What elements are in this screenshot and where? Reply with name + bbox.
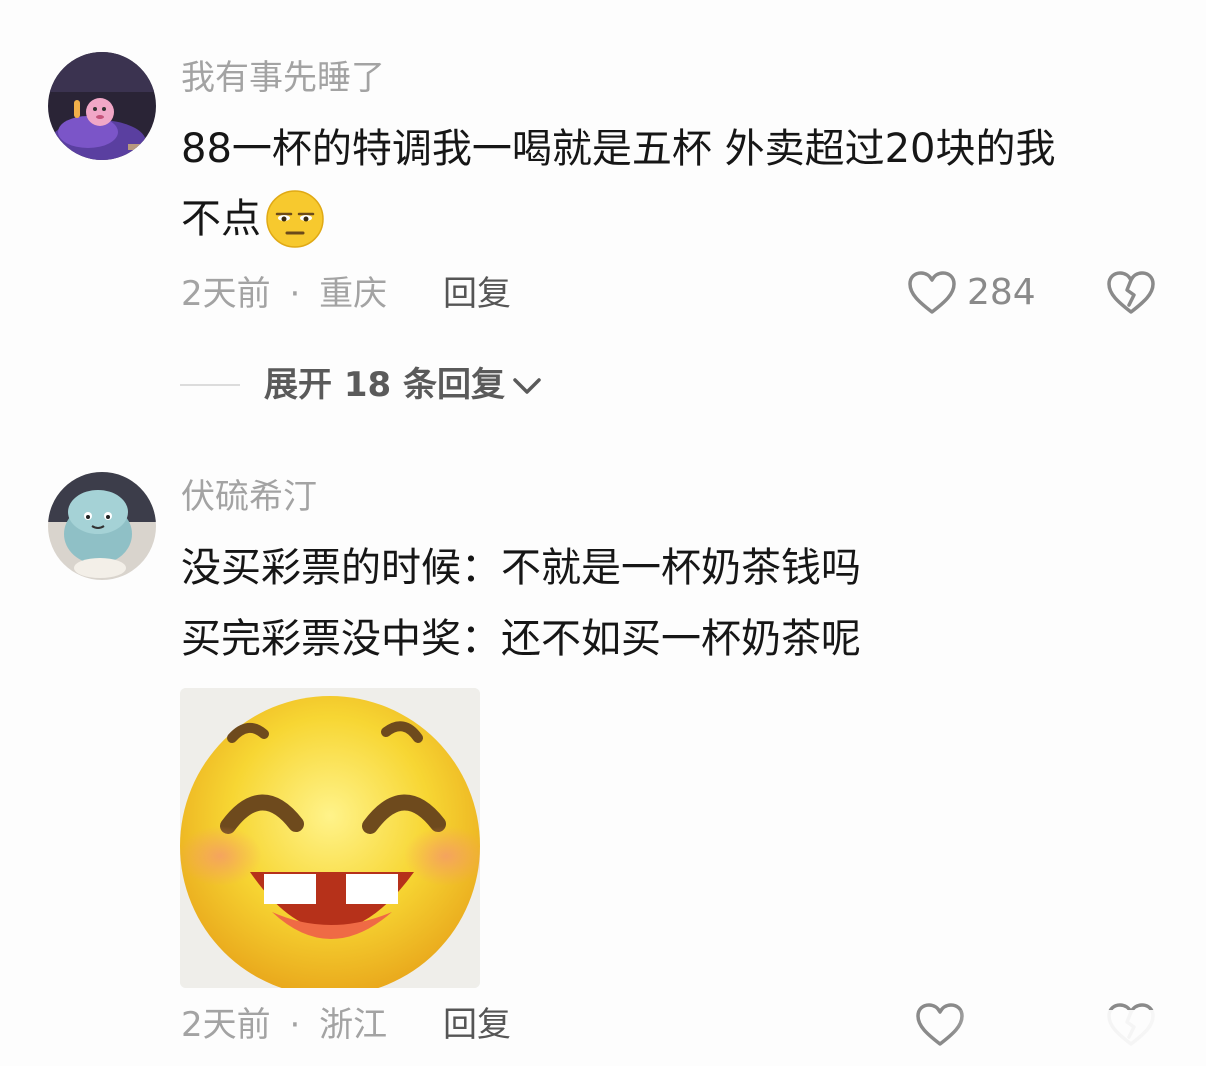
username[interactable]: 我有事先睡了	[181, 61, 385, 95]
unamused-face-emoji-icon	[265, 189, 325, 249]
avatar-image	[48, 52, 156, 160]
comment-meta: 2天前 · 重庆	[181, 277, 387, 311]
like-button[interactable]: 284	[907, 270, 1036, 316]
comment-meta: 2天前 · 浙江	[181, 1008, 387, 1042]
user-avatar[interactable]	[48, 52, 156, 160]
comment-time: 2天前	[181, 1005, 271, 1045]
user-avatar[interactable]	[48, 472, 156, 580]
comment-text-line: 88一杯的特调我一喝就是五杯 外卖超过20块的我	[181, 126, 1056, 172]
meme-image[interactable]	[180, 688, 480, 988]
expand-divider	[180, 384, 240, 386]
heart-outline-icon	[908, 271, 956, 314]
comment-text-line: 买完彩票没中奖：还不如买一杯奶茶呢	[181, 616, 861, 662]
dislike-button[interactable]	[1106, 270, 1156, 320]
comment-list: 我有事先睡了 88一杯的特调我一喝就是五杯 外卖超过20块的我 不点 2天前 ·…	[0, 0, 1206, 1066]
meta-separator: ·	[289, 274, 301, 314]
avatar-image	[48, 472, 156, 580]
expand-replies-label: 展开 18 条回复	[264, 365, 505, 405]
comment-time: 2天前	[181, 274, 271, 314]
comment-location: 浙江	[319, 1005, 388, 1045]
meta-separator: ·	[289, 1005, 301, 1045]
reply-button[interactable]: 回复	[443, 277, 511, 311]
expand-replies-button[interactable]: 展开 18 条回复	[180, 368, 545, 402]
broken-heart-icon	[1107, 271, 1155, 314]
reply-button[interactable]: 回复	[443, 1008, 511, 1042]
comment-text-line: 不点	[181, 184, 325, 254]
watermark-overlay	[950, 1010, 1200, 1058]
comment-text-line: 没买彩票的时候：不就是一杯奶茶钱吗	[181, 545, 861, 591]
grinning-face-meme-icon	[180, 688, 480, 988]
chevron-down-icon	[513, 378, 541, 394]
comment-text-fragment: 不点	[181, 196, 261, 242]
username[interactable]: 伏硫希汀	[181, 480, 317, 514]
comment-location: 重庆	[319, 274, 388, 314]
like-count: 284	[967, 272, 1036, 313]
